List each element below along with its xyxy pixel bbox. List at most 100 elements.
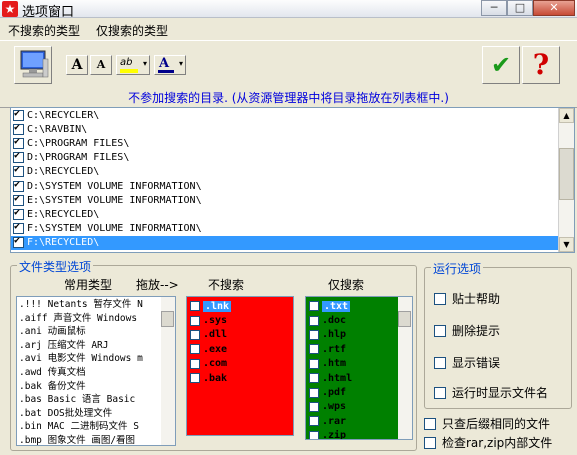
- type-checkbox[interactable]: [309, 344, 319, 355]
- search-option[interactable]: 只查后缀相同的文件: [424, 415, 550, 432]
- run-option-checkbox[interactable]: [434, 356, 446, 369]
- exclude-type-item[interactable]: .com: [187, 357, 293, 371]
- common-type-item[interactable]: .avi 电影文件 Windows m: [17, 352, 161, 366]
- type-checkbox[interactable]: [309, 401, 319, 412]
- directory-row[interactable]: D:\RECYCLED\: [11, 164, 558, 179]
- highlight-color-button[interactable]: ab ▾: [116, 55, 150, 75]
- common-type-item[interactable]: .bin MAC 二进制码文件 S: [17, 420, 161, 434]
- exclude-types-list[interactable]: .lnk .sys .dll .exe .com .bak: [186, 296, 294, 436]
- type-checkbox[interactable]: [309, 301, 319, 312]
- include-type-item[interactable]: .doc: [306, 313, 398, 327]
- include-type-item[interactable]: .pdf: [306, 385, 398, 399]
- directory-checkbox[interactable]: [13, 235, 24, 249]
- exclude-type-item[interactable]: .lnk: [187, 299, 293, 313]
- type-checkbox[interactable]: [190, 329, 200, 340]
- chevron-down-icon: ▾: [178, 59, 183, 68]
- common-type-item[interactable]: .!!! Netants 暂存文件 N: [17, 298, 161, 312]
- ok-button[interactable]: ✔: [482, 46, 520, 84]
- search-option-checkbox[interactable]: [424, 417, 436, 430]
- minimize-button[interactable]: ─: [481, 0, 507, 16]
- run-option[interactable]: 删除提示: [434, 322, 500, 339]
- common-type-item[interactable]: .awd 传真文档: [17, 366, 161, 380]
- directory-checkbox[interactable]: [13, 207, 24, 220]
- directory-row[interactable]: C:\RAVBIN\: [11, 122, 558, 136]
- exclude-type-item[interactable]: .bak: [187, 371, 293, 385]
- type-checkbox[interactable]: [190, 344, 200, 355]
- run-option[interactable]: 显示错误: [434, 354, 500, 371]
- include-type-item[interactable]: .rtf: [306, 342, 398, 356]
- directory-checkbox[interactable]: [13, 179, 24, 192]
- file-type-options-title: 文件类型选项: [17, 258, 94, 275]
- computer-button[interactable]: [14, 46, 52, 84]
- run-option[interactable]: 贴士帮助: [434, 290, 500, 307]
- directory-checkbox[interactable]: [13, 164, 24, 178]
- type-checkbox[interactable]: [309, 416, 319, 427]
- run-option[interactable]: 运行时显示文件名: [434, 384, 548, 401]
- directory-row[interactable]: D:\PROGRAM FILES\: [11, 150, 558, 165]
- type-checkbox[interactable]: [309, 329, 319, 340]
- type-checkbox[interactable]: [190, 373, 200, 384]
- type-checkbox[interactable]: [190, 315, 200, 326]
- include-type-item[interactable]: .hlp: [306, 328, 398, 342]
- scroll-thumb[interactable]: [559, 148, 574, 200]
- directory-row[interactable]: F:\RECYCLED\: [11, 235, 558, 250]
- include-type-item[interactable]: .txt: [306, 299, 398, 313]
- include-types-list[interactable]: .txt .doc .hlp .rtf .htm .html .pdf .wps .rar .zi…: [305, 296, 413, 440]
- run-option-checkbox[interactable]: [434, 386, 446, 399]
- type-checkbox[interactable]: [190, 301, 200, 312]
- common-type-item[interactable]: .bmp 图象文件 画图/看图: [17, 434, 161, 445]
- help-button[interactable]: ?: [522, 46, 560, 84]
- common-type-item[interactable]: .aiff 声音文件 Windows: [17, 312, 161, 326]
- font-color-button[interactable]: A ▾: [154, 55, 186, 75]
- type-checkbox[interactable]: [309, 373, 319, 384]
- type-checkbox[interactable]: [309, 387, 319, 398]
- common-type-item[interactable]: .bak 备份文件: [17, 380, 161, 394]
- directory-row[interactable]: F:\SYSTEM VOLUME INFORMATION\: [11, 221, 558, 236]
- directory-checkbox[interactable]: [13, 221, 24, 235]
- include-type-item[interactable]: .zip: [306, 429, 398, 439]
- include-type-item[interactable]: .rar: [306, 414, 398, 428]
- exclude-type-item[interactable]: .sys: [187, 313, 293, 327]
- maximize-button[interactable]: □: [507, 0, 533, 16]
- directory-checkbox[interactable]: [13, 136, 24, 149]
- common-type-item[interactable]: .ani 动画鼠标: [17, 325, 161, 339]
- search-option-checkbox[interactable]: [424, 436, 436, 449]
- font-larger-button[interactable]: A: [66, 55, 88, 75]
- close-button[interactable]: ✕: [533, 0, 575, 16]
- excluded-directory-list[interactable]: C:\RECYCLER\ C:\RAVBIN\ C:\PROGRAM FILES\ D…: [10, 107, 575, 253]
- menu-exclude-types[interactable]: 不搜索的类型: [0, 22, 88, 40]
- type-checkbox[interactable]: [309, 358, 319, 369]
- search-option[interactable]: 检查rar,zip内部文件: [424, 434, 552, 451]
- common-type-item[interactable]: .bat DOS批处理文件: [17, 407, 161, 421]
- menu-include-types[interactable]: 仅搜索的类型: [88, 22, 176, 40]
- common-type-item[interactable]: .arj 压缩文件 ARJ: [17, 339, 161, 353]
- exclude-type-item[interactable]: .dll: [187, 328, 293, 342]
- run-option-checkbox[interactable]: [434, 324, 446, 337]
- run-option-checkbox[interactable]: [434, 292, 446, 305]
- directory-row[interactable]: C:\PROGRAM FILES\: [11, 136, 558, 150]
- include-type-item[interactable]: .wps: [306, 400, 398, 414]
- common-types-list[interactable]: .!!! Netants 暂存文件 N .aiff 声音文件 Windows .an…: [16, 296, 176, 446]
- common-types-scrollbar[interactable]: [161, 297, 175, 445]
- directory-checkbox[interactable]: [13, 108, 24, 121]
- directory-checkbox[interactable]: [13, 150, 24, 164]
- common-type-item[interactable]: .bas Basic 语言 Basic: [17, 393, 161, 407]
- include-types-scrollbar[interactable]: [398, 297, 412, 439]
- directory-row[interactable]: D:\SYSTEM VOLUME INFORMATION\: [11, 179, 558, 193]
- directory-scrollbar[interactable]: ▲ ▼: [558, 108, 574, 252]
- scroll-up-icon[interactable]: ▲: [559, 108, 574, 123]
- type-checkbox[interactable]: [309, 315, 319, 326]
- exclude-type-item[interactable]: .exe: [187, 342, 293, 356]
- font-smaller-button[interactable]: A: [90, 55, 112, 75]
- computer-icon: [20, 50, 49, 78]
- type-checkbox[interactable]: [309, 430, 319, 439]
- directory-row[interactable]: E:\SYSTEM VOLUME INFORMATION\: [11, 193, 558, 207]
- include-type-item[interactable]: .html: [306, 371, 398, 385]
- directory-checkbox[interactable]: [13, 193, 24, 206]
- directory-row[interactable]: C:\RECYCLER\: [11, 108, 558, 122]
- scroll-down-icon[interactable]: ▼: [559, 237, 574, 252]
- type-checkbox[interactable]: [190, 358, 200, 369]
- directory-row[interactable]: E:\RECYCLED\: [11, 207, 558, 221]
- directory-checkbox[interactable]: [13, 122, 24, 135]
- include-type-item[interactable]: .htm: [306, 357, 398, 371]
